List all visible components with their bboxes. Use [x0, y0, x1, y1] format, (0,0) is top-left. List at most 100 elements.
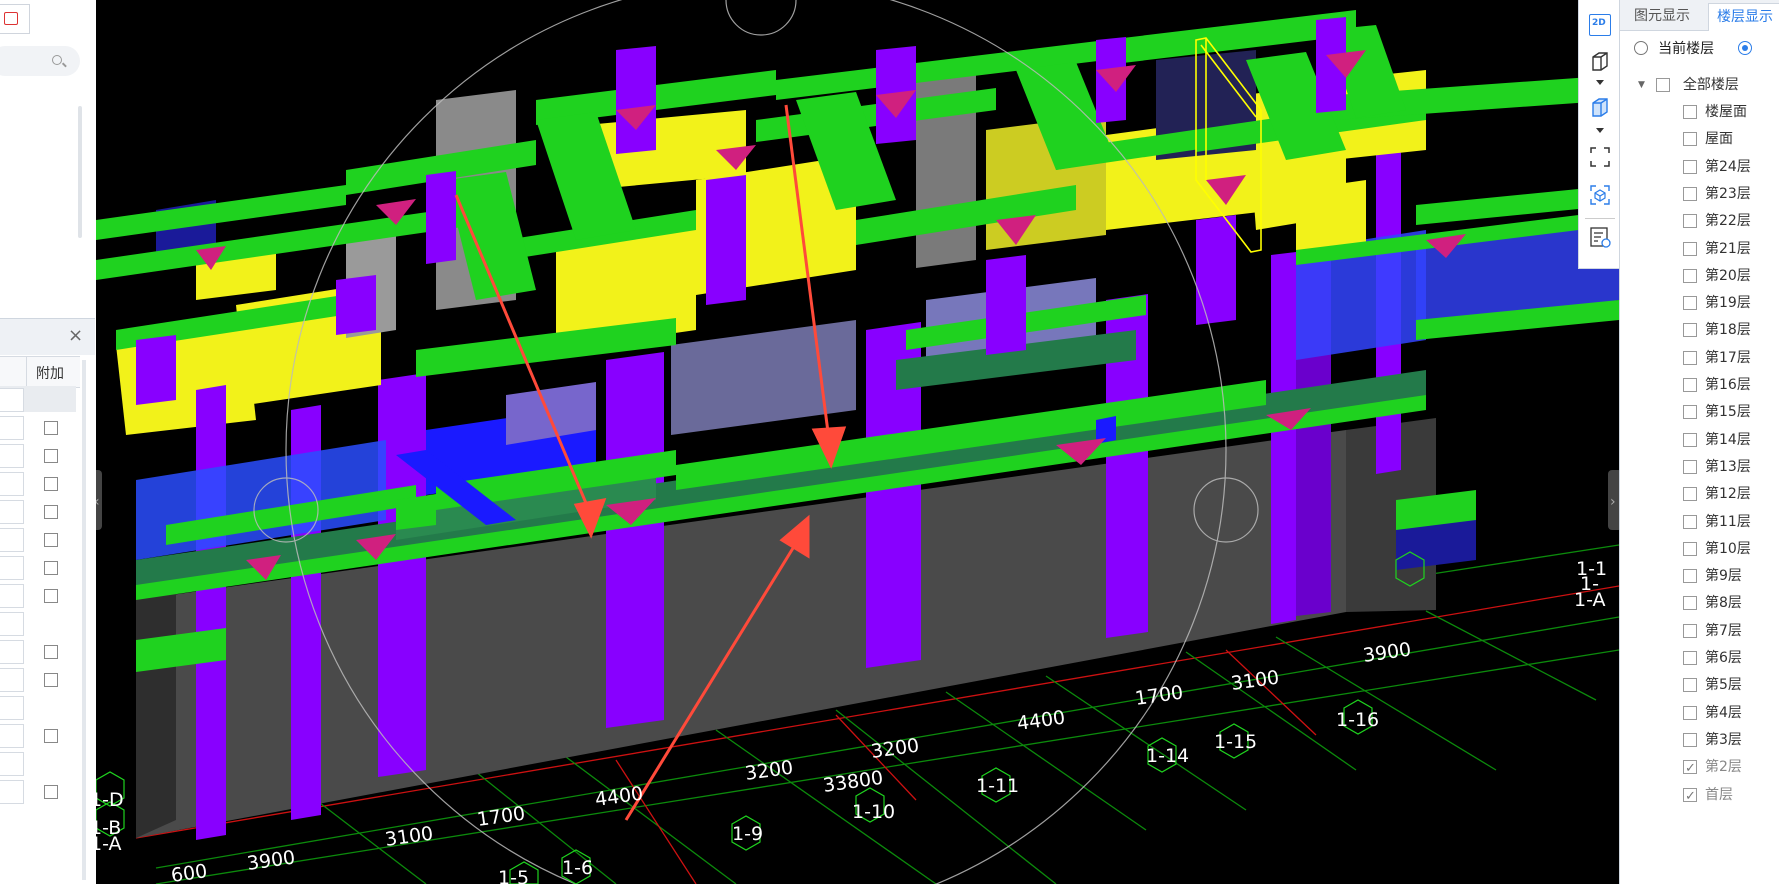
- dropdown-arrow-icon[interactable]: [1596, 128, 1604, 133]
- tree-root[interactable]: ▼ 全部楼层: [1638, 73, 1739, 97]
- search-box[interactable]: [0, 46, 80, 76]
- floor-item[interactable]: 屋面: [1683, 127, 1733, 151]
- floor-checkbox[interactable]: [1683, 350, 1697, 365]
- dropdown-arrow-icon[interactable]: [1596, 80, 1604, 85]
- attach-checkbox[interactable]: [44, 505, 58, 519]
- floor-checkbox[interactable]: [1683, 132, 1697, 147]
- property-value-input[interactable]: [0, 388, 24, 412]
- floor-item[interactable]: 第13层: [1683, 455, 1751, 479]
- attach-checkbox[interactable]: [44, 785, 58, 799]
- floor-checkbox[interactable]: [1683, 405, 1697, 420]
- floor-item[interactable]: 第2层: [1683, 755, 1742, 781]
- floor-checkbox[interactable]: [1683, 268, 1697, 283]
- floor-item[interactable]: 首层: [1683, 783, 1733, 809]
- floor-item[interactable]: 第21层: [1683, 237, 1751, 261]
- floor-item[interactable]: 第20层: [1683, 264, 1751, 288]
- table-scrollbar[interactable]: [82, 360, 86, 880]
- property-value-input[interactable]: [0, 556, 24, 580]
- floor-item[interactable]: 第24层: [1683, 155, 1751, 179]
- floor-item[interactable]: 第8层: [1683, 591, 1742, 615]
- floor-checkbox[interactable]: [1683, 432, 1697, 447]
- property-value-input[interactable]: [0, 528, 24, 552]
- floor-item[interactable]: 第12层: [1683, 482, 1751, 506]
- property-value-input[interactable]: [0, 416, 24, 440]
- floor-checkbox[interactable]: [1683, 757, 1697, 781]
- building-3d-model[interactable]: 600 3900 3100 1700 4400 3200 3200 33800 …: [96, 0, 1619, 884]
- radio-current-floor[interactable]: [1634, 41, 1648, 55]
- layer-settings-icon[interactable]: [1589, 226, 1611, 248]
- floor-checkbox[interactable]: [1683, 214, 1697, 229]
- floor-item[interactable]: 第11层: [1683, 510, 1751, 534]
- 3d-viewport[interactable]: 600 3900 3100 1700 4400 3200 3200 33800 …: [96, 0, 1619, 884]
- property-value-input[interactable]: [0, 444, 24, 468]
- attach-checkbox[interactable]: [44, 477, 58, 491]
- attach-checkbox[interactable]: [44, 645, 58, 659]
- floor-checkbox[interactable]: [1683, 705, 1697, 720]
- floor-checkbox[interactable]: [1683, 487, 1697, 502]
- checkbox-all-floors[interactable]: [1656, 78, 1671, 92]
- floor-checkbox[interactable]: [1683, 623, 1697, 638]
- floor-item[interactable]: 第3层: [1683, 728, 1742, 752]
- floor-item[interactable]: 第22层: [1683, 209, 1751, 233]
- floor-item[interactable]: 第7层: [1683, 619, 1742, 643]
- attach-checkbox[interactable]: [44, 589, 58, 603]
- floor-checkbox[interactable]: [1683, 323, 1697, 338]
- floor-checkbox[interactable]: [1683, 514, 1697, 529]
- floor-item[interactable]: 第15层: [1683, 400, 1751, 424]
- floor-item[interactable]: 第19层: [1683, 291, 1751, 315]
- floor-checkbox[interactable]: [1683, 186, 1697, 201]
- floor-item[interactable]: 第18层: [1683, 318, 1751, 342]
- floor-item[interactable]: 第5层: [1683, 673, 1742, 697]
- collapse-triangle-icon[interactable]: ▼: [1638, 73, 1652, 97]
- property-value-input[interactable]: [0, 640, 24, 664]
- property-value-input[interactable]: [0, 668, 24, 692]
- floor-checkbox[interactable]: [1683, 459, 1697, 474]
- rotate-3d-icon[interactable]: [1589, 184, 1611, 206]
- floor-item[interactable]: 第23层: [1683, 182, 1751, 206]
- property-value-input[interactable]: [0, 500, 24, 524]
- attach-checkbox[interactable]: [44, 561, 58, 575]
- attach-checkbox[interactable]: [44, 533, 58, 547]
- floor-checkbox[interactable]: [1683, 569, 1697, 584]
- floor-checkbox[interactable]: [1683, 541, 1697, 556]
- close-icon[interactable]: ×: [68, 325, 83, 346]
- floor-checkbox[interactable]: [1683, 241, 1697, 256]
- floor-item[interactable]: 第14层: [1683, 428, 1751, 452]
- floor-item[interactable]: 第4层: [1683, 701, 1742, 725]
- floor-checkbox[interactable]: [1683, 651, 1697, 665]
- floor-checkbox[interactable]: [1683, 296, 1697, 311]
- radio-all-floors[interactable]: [1738, 41, 1753, 55]
- property-value-input[interactable]: [0, 752, 24, 776]
- floor-checkbox[interactable]: [1683, 159, 1697, 174]
- cube-view-icon[interactable]: [1589, 50, 1611, 72]
- fit-frame-icon[interactable]: [1589, 146, 1611, 168]
- floor-checkbox[interactable]: [1683, 105, 1697, 119]
- properties-toolbar-button[interactable]: [0, 4, 30, 34]
- property-value-input[interactable]: [0, 780, 24, 804]
- floor-checkbox[interactable]: [1683, 596, 1697, 611]
- 2d-view-icon[interactable]: 2D: [1589, 14, 1611, 36]
- floor-item[interactable]: 第16层: [1683, 373, 1751, 397]
- property-value-input[interactable]: [0, 612, 24, 636]
- floor-item[interactable]: 第17层: [1683, 346, 1751, 370]
- floor-checkbox[interactable]: [1683, 378, 1697, 392]
- floor-item[interactable]: 楼屋面: [1683, 100, 1747, 124]
- floor-checkbox[interactable]: [1683, 732, 1697, 747]
- floor-item[interactable]: 第9层: [1683, 564, 1742, 588]
- floor-checkbox[interactable]: [1683, 678, 1697, 693]
- tab-floor-display[interactable]: 楼层显示: [1708, 3, 1779, 31]
- scrollbar[interactable]: [78, 106, 82, 238]
- floor-item[interactable]: 第10层: [1683, 537, 1751, 561]
- attach-checkbox[interactable]: [44, 449, 58, 463]
- property-value-input[interactable]: [0, 472, 24, 496]
- cube-shaded-icon[interactable]: [1589, 96, 1611, 118]
- property-value-input[interactable]: [0, 724, 24, 748]
- property-value-input[interactable]: [0, 696, 24, 720]
- attach-checkbox[interactable]: [44, 421, 58, 435]
- tab-element-display[interactable]: 图元显示: [1626, 3, 1698, 30]
- floor-item[interactable]: 第6层: [1683, 646, 1742, 670]
- attach-checkbox[interactable]: [44, 673, 58, 687]
- attach-checkbox[interactable]: [44, 729, 58, 743]
- property-value-input[interactable]: [0, 584, 24, 608]
- floor-checkbox[interactable]: [1683, 785, 1697, 809]
